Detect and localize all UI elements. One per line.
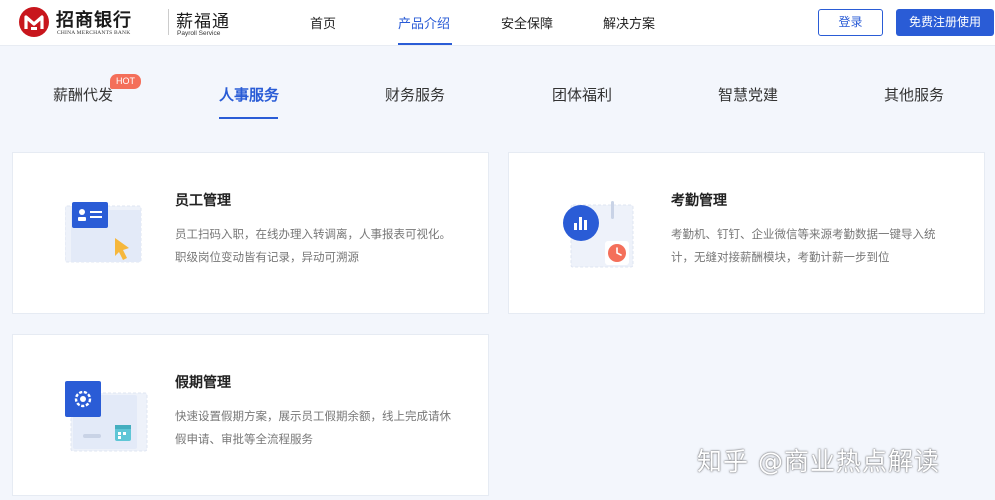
- register-button[interactable]: 免费注册使用: [896, 9, 994, 36]
- cmb-logo-icon: [19, 7, 49, 37]
- watermark-text: 知乎 @商业热点解读: [697, 447, 940, 476]
- brand-logo[interactable]: 招商银行 CHINA MERCHANTS BANK 薪福通 Payroll Se…: [18, 5, 229, 41]
- tab-other-services[interactable]: 其他服务: [884, 84, 944, 105]
- product-name-en: Payroll Service: [177, 30, 221, 37]
- settings-calendar-icon: [65, 381, 148, 452]
- brand-name-en: CHINA MERCHANTS BANK: [57, 30, 131, 36]
- card-title: 假期管理: [175, 375, 231, 391]
- hot-badge: HOT: [110, 74, 141, 89]
- attendance-chart-clock-icon: [563, 201, 634, 268]
- product-name-cn: 薪福通: [176, 12, 230, 32]
- nav-solutions[interactable]: 解决方案: [603, 13, 655, 32]
- card-employee-management[interactable]: 员工管理 员工扫码入职，在线办理入转调离，人事报表可视化。职级岗位变动皆有记录，…: [12, 152, 489, 314]
- tab-finance[interactable]: 财务服务: [385, 84, 445, 105]
- nav-products[interactable]: 产品介绍: [398, 13, 450, 32]
- card-title: 员工管理: [175, 193, 231, 209]
- card-description: 快速设置假期方案，展示员工假期余额，线上完成请休假申请、审批等全流程服务: [175, 409, 451, 446]
- id-card-cursor-icon: [65, 202, 142, 263]
- card-title: 考勤管理: [671, 193, 727, 209]
- card-attendance-management[interactable]: 考勤管理 考勤机、钉钉、企业微信等来源考勤数据一键导入统计，无缝对接薪酬模块，考…: [508, 152, 985, 314]
- tab-group-benefits[interactable]: 团体福利: [552, 84, 612, 105]
- card-description: 员工扫码入职，在线办理入转调离，人事报表可视化。职级岗位变动皆有记录，异动可溯源: [175, 227, 451, 264]
- card-leave-management[interactable]: 假期管理 快速设置假期方案，展示员工假期余额，线上完成请休假申请、审批等全流程服…: [12, 334, 489, 496]
- card-description: 考勤机、钉钉、企业微信等来源考勤数据一键导入统计，无缝对接薪酬模块，考勤计薪一步…: [671, 227, 936, 264]
- tab-party-building[interactable]: 智慧党建: [718, 84, 778, 105]
- tab-hr[interactable]: 人事服务: [219, 84, 279, 105]
- logo-divider: [168, 9, 169, 35]
- nav-active-indicator: [398, 43, 452, 45]
- brand-name-cn: 招商银行: [56, 10, 132, 31]
- nav-home[interactable]: 首页: [310, 13, 336, 32]
- top-header: 招商银行 CHINA MERCHANTS BANK 薪福通 Payroll Se…: [0, 0, 995, 46]
- tab-payroll[interactable]: 薪酬代发: [53, 84, 113, 105]
- nav-security[interactable]: 安全保障: [501, 13, 553, 32]
- tab-active-indicator: [219, 117, 278, 119]
- login-button[interactable]: 登录: [818, 9, 883, 36]
